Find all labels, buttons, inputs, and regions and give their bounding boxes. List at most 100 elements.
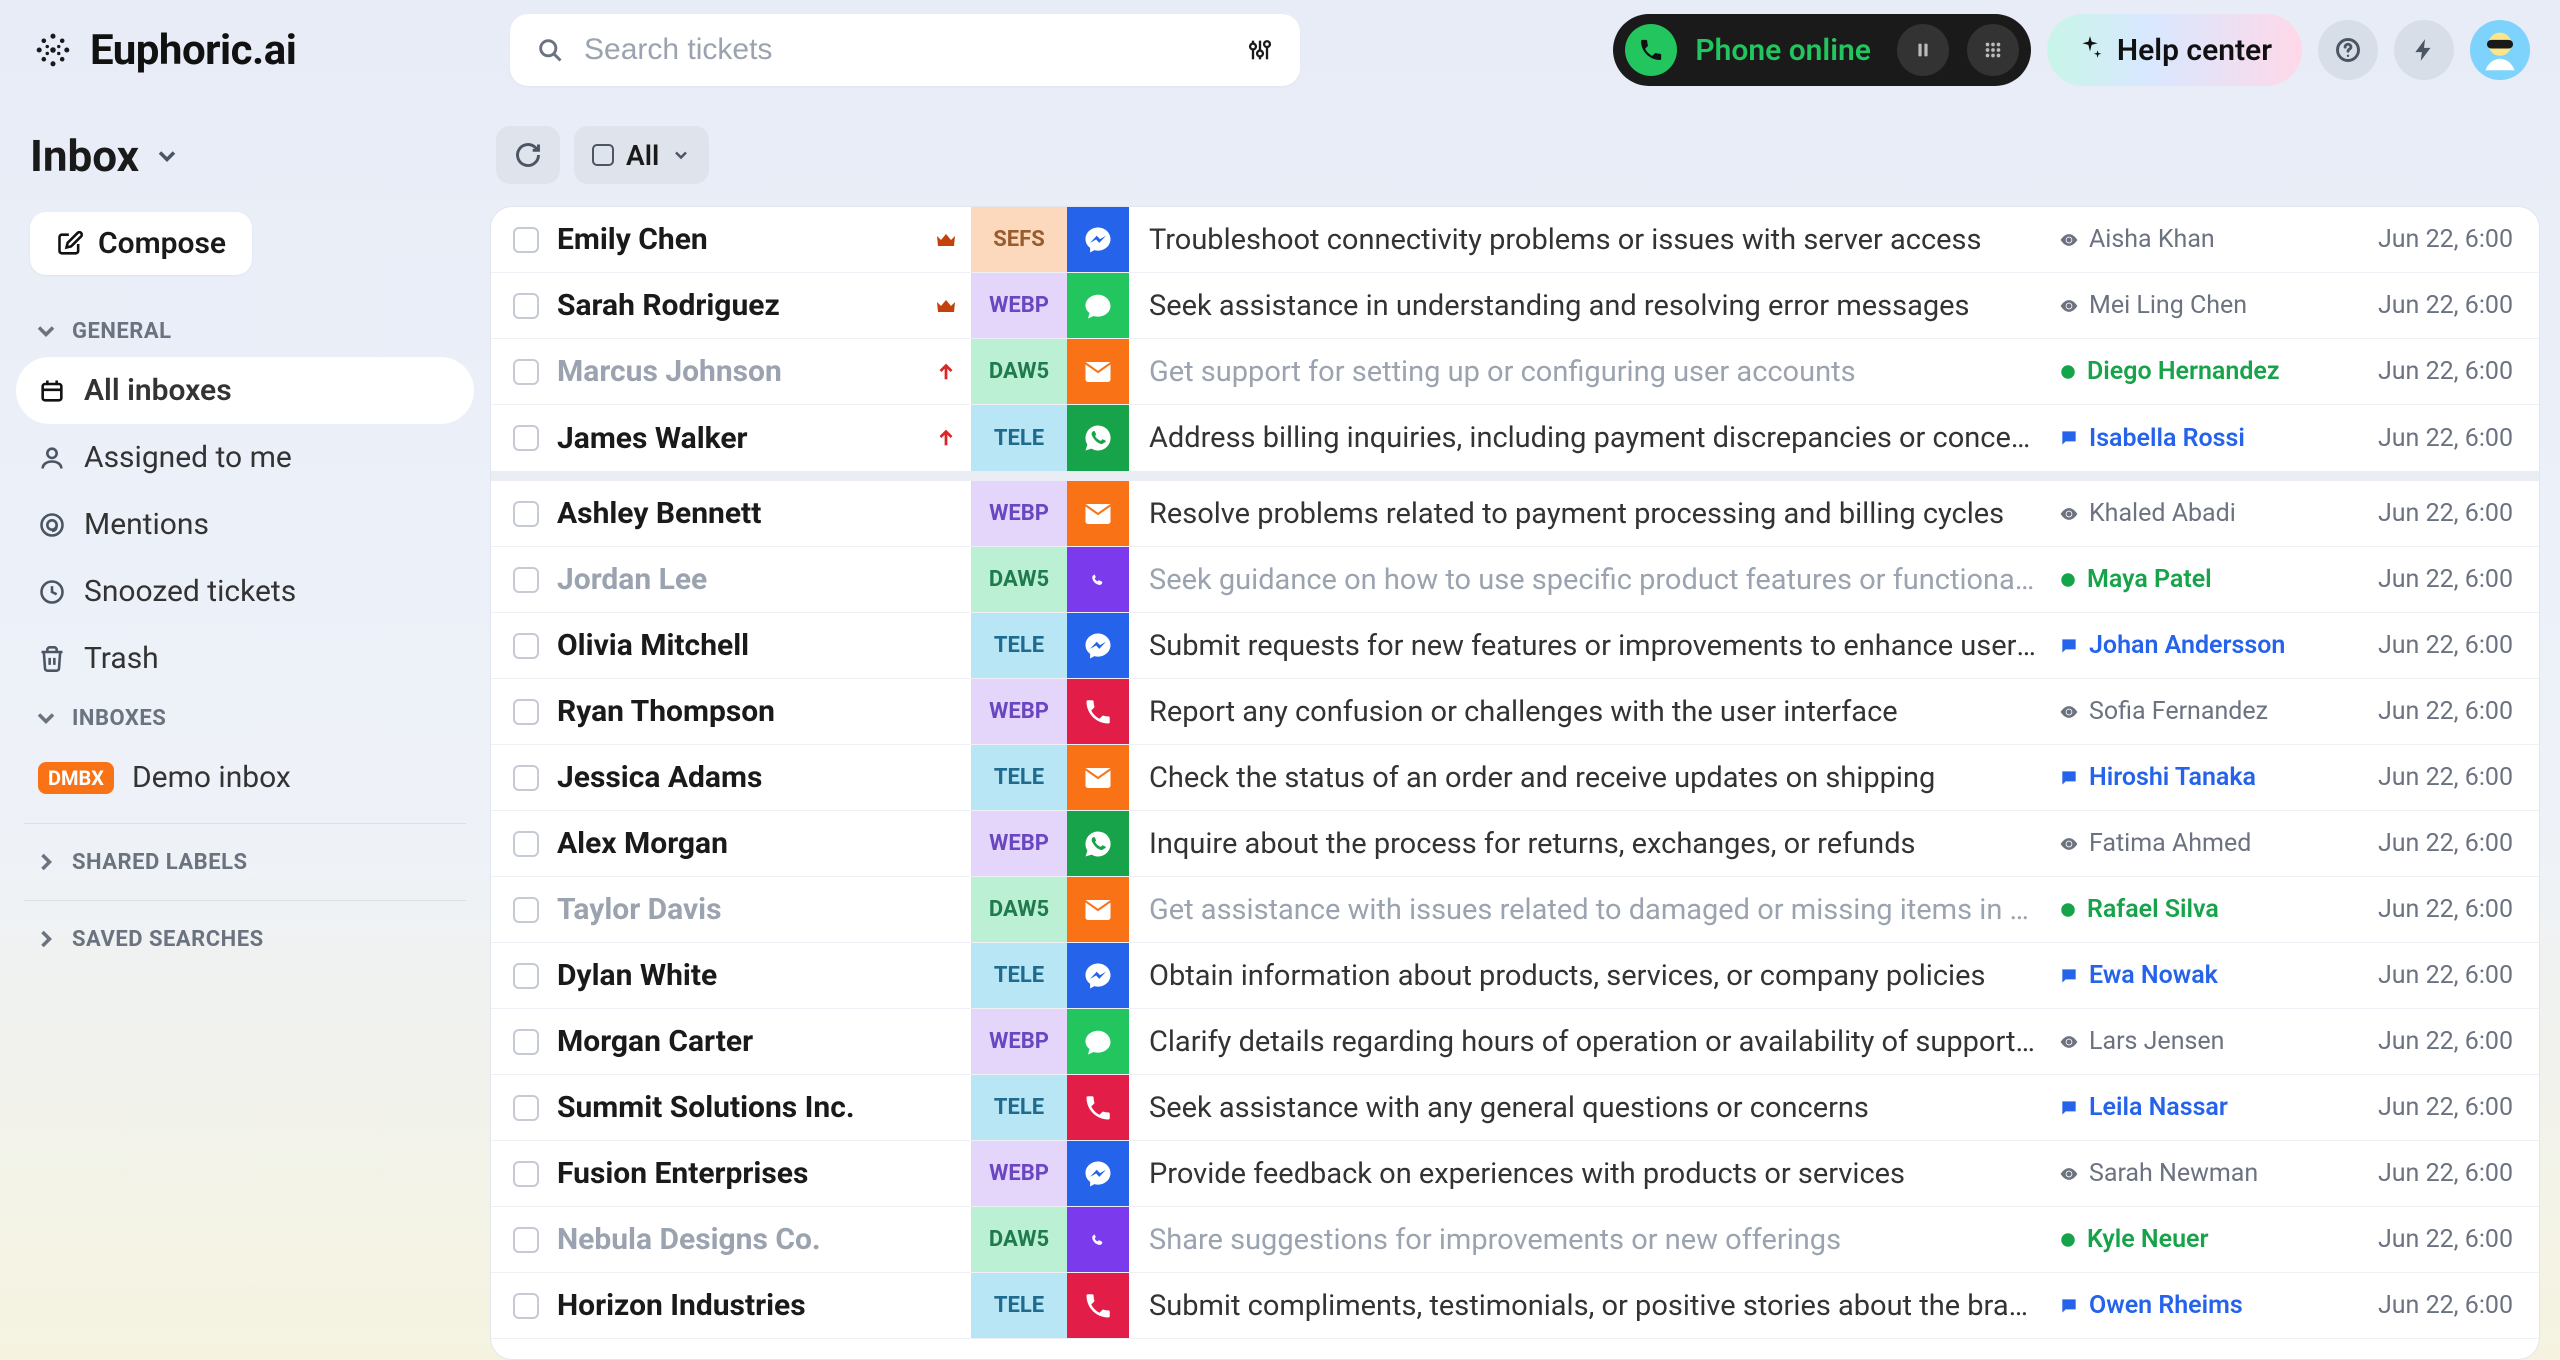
ticket-sender: Summit Solutions Inc. [557, 1090, 921, 1125]
row-checkbox[interactable] [513, 227, 539, 253]
ticket-sender: Jessica Adams [557, 760, 921, 795]
row-checkbox[interactable] [513, 633, 539, 659]
row-checkbox[interactable] [513, 765, 539, 791]
row-checkbox[interactable] [513, 699, 539, 725]
sidebar-item-icon [38, 578, 66, 606]
sidebar-item-mentions[interactable]: Mentions [16, 491, 474, 558]
channel-icon [1067, 943, 1129, 1008]
row-checkbox[interactable] [513, 359, 539, 385]
actions-button[interactable] [2394, 20, 2454, 80]
row-checkbox[interactable] [513, 425, 539, 451]
pause-button[interactable] [1897, 24, 1949, 76]
ticket-assignee: Owen Rheims [2059, 1291, 2339, 1320]
ticket-assignee: Sarah Newman [2059, 1159, 2339, 1188]
ticket-assignee: Mei Ling Chen [2059, 291, 2339, 320]
ticket-row[interactable]: Ryan ThompsonWEBPReport any confusion or… [491, 679, 2539, 745]
ticket-row[interactable]: Sarah RodriguezWEBPSeek assistance in un… [491, 273, 2539, 339]
sidebar-item-all-inboxes[interactable]: All inboxes [16, 357, 474, 424]
ticket-subject: Troubleshoot connectivity problems or is… [1129, 223, 2059, 257]
row-checkbox[interactable] [513, 501, 539, 527]
row-checkbox[interactable] [513, 1095, 539, 1121]
dialpad-button[interactable] [1967, 24, 2019, 76]
ticket-sender: Jordan Lee [557, 562, 921, 597]
ticket-row[interactable]: Horizon IndustriesTELESubmit compliments… [491, 1273, 2539, 1339]
sidebar-item-trash[interactable]: Trash [16, 625, 474, 692]
search-input[interactable] [584, 33, 1226, 67]
ticket-subject: Submit requests for new features or impr… [1129, 629, 2059, 663]
row-checkbox[interactable] [513, 1293, 539, 1319]
channel-icon [1067, 1141, 1129, 1206]
ticket-subject: Submit compliments, testimonials, or pos… [1129, 1289, 2059, 1323]
ticket-row[interactable]: Morgan CarterWEBPClarify details regardi… [491, 1009, 2539, 1075]
chevron-right-icon [32, 925, 60, 953]
inbox-selector[interactable]: Inbox [16, 120, 474, 202]
sidebar-item-assigned-to-me[interactable]: Assigned to me [16, 424, 474, 491]
refresh-button[interactable] [496, 126, 560, 184]
phone-status-pill[interactable]: Phone online [1613, 14, 2031, 86]
ticket-row[interactable]: Emily ChenSEFSTroubleshoot connectivity … [491, 207, 2539, 273]
chevron-right-icon [32, 848, 60, 876]
row-checkbox[interactable] [513, 963, 539, 989]
ticket-row[interactable]: Taylor DavisDAW5Get assistance with issu… [491, 877, 2539, 943]
ticket-row[interactable]: Dylan WhiteTELEObtain information about … [491, 943, 2539, 1009]
ticket-sender: Taylor Davis [557, 892, 921, 927]
ticket-tag: TELE [971, 405, 1067, 471]
sidebar-item-label: Mentions [84, 507, 209, 542]
ticket-tag: TELE [971, 745, 1067, 810]
ticket-row[interactable]: Jordan LeeDAW5Seek guidance on how to us… [491, 547, 2539, 613]
priority-flag [921, 294, 971, 318]
ticket-row[interactable]: Alex MorganWEBPInquire about the process… [491, 811, 2539, 877]
ticket-tag: WEBP [971, 1141, 1067, 1206]
row-checkbox[interactable] [513, 897, 539, 923]
channel-icon [1067, 811, 1129, 876]
row-checkbox[interactable] [513, 831, 539, 857]
general-section-header[interactable]: GENERAL [16, 305, 474, 357]
shared-labels-header[interactable]: SHARED LABELS [16, 836, 474, 888]
sidebar-item-snoozed-tickets[interactable]: Snoozed tickets [16, 558, 474, 625]
ticket-assignee: Johan Andersson [2059, 631, 2339, 660]
ticket-row[interactable]: Jessica AdamsTELECheck the status of an … [491, 745, 2539, 811]
ticket-row[interactable]: Marcus JohnsonDAW5Get support for settin… [491, 339, 2539, 405]
brand-name: Euphoric.ai [90, 26, 296, 75]
filter-icon[interactable] [1246, 36, 1274, 64]
ticket-subject: Resolve problems related to payment proc… [1129, 497, 2059, 531]
logo[interactable]: Euphoric.ai [30, 26, 490, 75]
saved-searches-header[interactable]: SAVED SEARCHES [16, 913, 474, 965]
row-checkbox[interactable] [513, 1161, 539, 1187]
row-checkbox[interactable] [513, 1227, 539, 1253]
help-button[interactable] [2318, 20, 2378, 80]
ticket-tag: TELE [971, 1273, 1067, 1338]
app-header: Euphoric.ai Phone online Help center [0, 0, 2560, 100]
refresh-icon [514, 141, 542, 169]
user-avatar[interactable] [2470, 20, 2530, 80]
ticket-row[interactable]: Ashley BennettWEBPResolve problems relat… [491, 481, 2539, 547]
ticket-assignee: Leila Nassar [2059, 1093, 2339, 1122]
ticket-row[interactable]: Fusion EnterprisesWEBPProvide feedback o… [491, 1141, 2539, 1207]
ticket-row[interactable]: Olivia MitchellTELESubmit requests for n… [491, 613, 2539, 679]
ticket-row[interactable]: James WalkerTELEAddress billing inquirie… [491, 405, 2539, 481]
ticket-assignee: Maya Patel [2059, 565, 2339, 594]
select-all-dropdown[interactable]: All [574, 126, 709, 184]
inboxes-section-header[interactable]: INBOXES [16, 692, 474, 744]
row-checkbox[interactable] [513, 567, 539, 593]
ticket-tag: WEBP [971, 811, 1067, 876]
channel-icon [1067, 273, 1129, 338]
ticket-sender: Fusion Enterprises [557, 1156, 921, 1191]
ticket-list[interactable]: Emily ChenSEFSTroubleshoot connectivity … [490, 206, 2540, 1360]
ticket-time: Jun 22, 6:00 [2339, 225, 2539, 254]
row-checkbox[interactable] [513, 293, 539, 319]
search-bar[interactable] [510, 14, 1300, 86]
ticket-time: Jun 22, 6:00 [2339, 631, 2539, 660]
ticket-row[interactable]: Nebula Designs Co.DAW5Share suggestions … [491, 1207, 2539, 1273]
help-center-button[interactable]: Help center [2047, 14, 2302, 86]
channel-icon [1067, 877, 1129, 942]
row-checkbox[interactable] [513, 1029, 539, 1055]
compose-icon [56, 230, 84, 258]
ticket-row[interactable]: Summit Solutions Inc.TELESeek assistance… [491, 1075, 2539, 1141]
ticket-time: Jun 22, 6:00 [2339, 1225, 2539, 1254]
sidebar-item-demo-inbox[interactable]: DMBX Demo inbox [16, 744, 474, 811]
priority-flag [921, 361, 971, 383]
ticket-sender: Morgan Carter [557, 1024, 921, 1059]
compose-button[interactable]: Compose [30, 212, 252, 275]
ticket-assignee: Aisha Khan [2059, 225, 2339, 254]
